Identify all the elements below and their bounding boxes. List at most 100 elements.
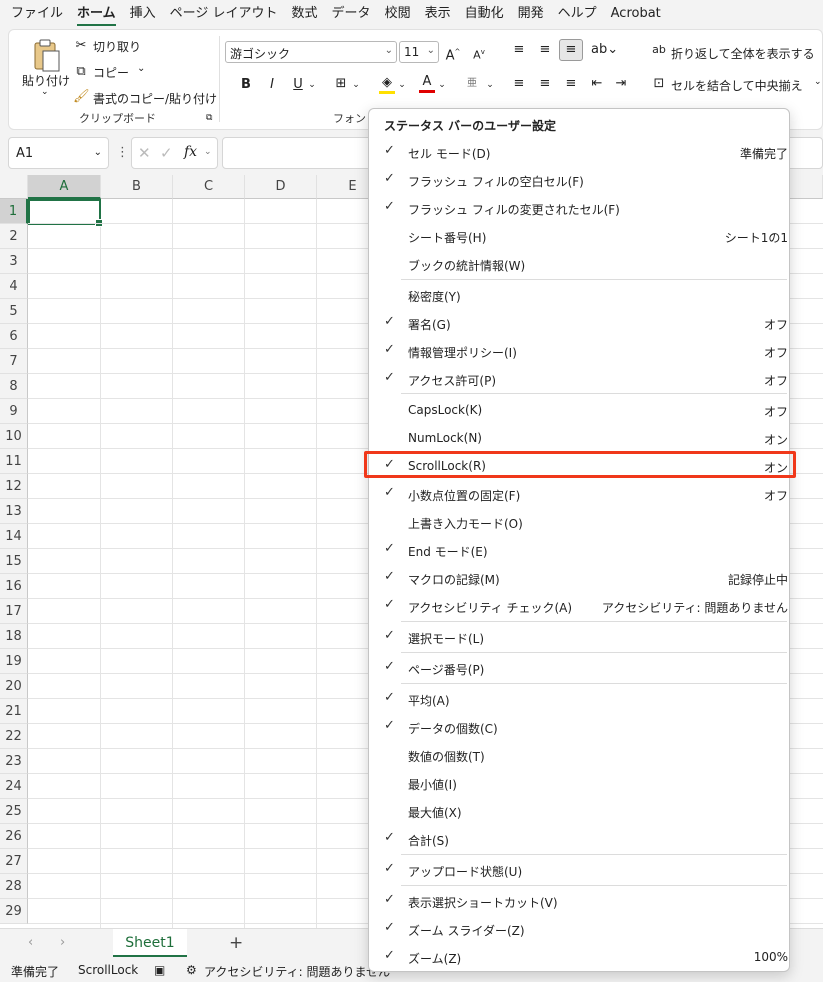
row-header-14[interactable]: 14 [0, 524, 28, 549]
menu-item-28[interactable]: ✓ ズーム スライダー(Z) [370, 915, 790, 943]
menu-item-23[interactable]: 最小値(I) [370, 769, 790, 797]
chevron-down-icon[interactable]: ⌄ [485, 77, 495, 93]
tab-help[interactable]: ヘルプ [551, 0, 604, 28]
menu-item-2[interactable]: ✓ フラッシュ フィルの空白セル(F) [370, 166, 790, 194]
borders-icon[interactable]: ⊞ [333, 76, 349, 92]
align-center-icon[interactable]: ≡ [537, 76, 553, 92]
row-header-12[interactable]: 12 [0, 474, 28, 499]
row-header-10[interactable]: 10 [0, 424, 28, 449]
copy-button[interactable]: コピー [93, 64, 129, 81]
tab-page-layout[interactable]: ページ レイアウト [163, 0, 285, 28]
phonetic-icon[interactable]: 亜 [465, 76, 479, 92]
row-header-8[interactable]: 8 [0, 374, 28, 399]
font-color-icon[interactable]: A [419, 74, 435, 93]
row-header-21[interactable]: 21 [0, 699, 28, 724]
menu-item-21[interactable]: ✓ データの個数(C) [370, 713, 790, 741]
align-bottom-icon[interactable]: ≡ [559, 39, 583, 61]
menu-item-4[interactable]: シート番号(H) シート1の1 [370, 222, 790, 250]
menu-item-15[interactable]: ✓ End モード(E) [370, 536, 790, 564]
column-header-b[interactable]: B [101, 175, 173, 199]
tab-developer[interactable]: 開発 [511, 0, 551, 28]
more-icon[interactable]: ⋮ [116, 145, 129, 160]
cut-icon[interactable]: ✂ [73, 38, 89, 54]
enter-icon[interactable]: ✓ [160, 144, 173, 162]
menu-item-5[interactable]: ブックの統計情報(W) [370, 250, 790, 278]
row-header-15[interactable]: 15 [0, 549, 28, 574]
chevron-down-icon[interactable]: ⌄ [397, 77, 407, 93]
row-header-18[interactable]: 18 [0, 624, 28, 649]
row-header-11[interactable]: 11 [0, 449, 28, 474]
wrap-text-icon[interactable]: ab [651, 42, 667, 58]
decrease-indent-icon[interactable]: ⇤ [589, 76, 605, 92]
tab-formulas[interactable]: 数式 [285, 0, 325, 28]
font-name-combo[interactable]: 游ゴシック ⌄ [225, 41, 397, 63]
align-right-icon[interactable]: ≡ [563, 76, 579, 92]
row-header-4[interactable]: 4 [0, 274, 28, 299]
underline-button[interactable]: U [291, 77, 305, 93]
menu-item-16[interactable]: ✓ マクロの記録(M) 記録停止中 [370, 564, 790, 592]
tab-insert[interactable]: 挿入 [123, 0, 163, 28]
menu-item-7[interactable]: ✓ 署名(G) オフ [370, 309, 790, 337]
decrease-font-icon[interactable]: Av [471, 44, 487, 64]
merge-center-icon[interactable]: ⊡ [651, 76, 667, 92]
tab-home[interactable]: ホーム [70, 0, 123, 28]
active-cell-a1[interactable] [28, 199, 103, 227]
italic-button[interactable]: I [265, 77, 279, 93]
insert-function-button[interactable]: fx [184, 144, 197, 160]
menu-item-29[interactable]: ✓ ズーム(Z) 100% [370, 943, 790, 971]
clipboard-launcher-icon[interactable]: ⧉ [206, 113, 212, 123]
sheet-tab-sheet1[interactable]: Sheet1 [113, 929, 187, 957]
menu-item-3[interactable]: ✓ フラッシュ フィルの変更されたセル(F) [370, 194, 790, 222]
column-header-d[interactable]: D [245, 175, 317, 199]
add-sheet-button[interactable]: + [229, 933, 243, 953]
row-header-5[interactable]: 5 [0, 299, 28, 324]
tab-view[interactable]: 表示 [418, 0, 458, 28]
column-header-a[interactable]: A [28, 175, 101, 199]
row-header-27[interactable]: 27 [0, 849, 28, 874]
tab-data[interactable]: データ [325, 0, 378, 28]
menu-item-6[interactable]: 秘密度(Y) [370, 281, 790, 309]
align-left-icon[interactable]: ≡ [511, 76, 527, 92]
row-header-6[interactable]: 6 [0, 324, 28, 349]
name-box[interactable]: A1 ⌄ [8, 137, 109, 169]
paste-dropdown-icon[interactable]: ⌄ [41, 87, 49, 97]
row-header-17[interactable]: 17 [0, 599, 28, 624]
format-painter-button[interactable]: 書式のコピー/貼り付け [93, 90, 217, 107]
row-header-22[interactable]: 22 [0, 724, 28, 749]
menu-item-14[interactable]: 上書き入力モード(O) [370, 508, 790, 536]
status-accessibility[interactable]: アクセシビリティ: 問題ありません [204, 963, 390, 980]
menu-item-9[interactable]: ✓ アクセス許可(P) オフ [370, 365, 790, 393]
orientation-icon[interactable]: ab⌄ [591, 42, 618, 58]
row-header-28[interactable]: 28 [0, 874, 28, 899]
menu-item-17[interactable]: ✓ アクセシビリティ チェック(A) アクセシビリティ: 問題ありません [370, 592, 790, 620]
menu-item-13[interactable]: ✓ 小数点位置の固定(F) オフ [370, 480, 790, 508]
row-header-19[interactable]: 19 [0, 649, 28, 674]
menu-item-18[interactable]: ✓ 選択モード(L) [370, 623, 790, 651]
menu-item-22[interactable]: 数値の個数(T) [370, 741, 790, 769]
row-header-20[interactable]: 20 [0, 674, 28, 699]
bold-button[interactable]: B [239, 77, 253, 93]
cut-button[interactable]: 切り取り [93, 38, 141, 55]
menu-item-25[interactable]: ✓ 合計(S) [370, 825, 790, 853]
tab-file[interactable]: ファイル [4, 0, 70, 28]
row-header-29[interactable]: 29 [0, 899, 28, 924]
prev-sheet-icon[interactable]: ‹ [28, 935, 33, 950]
cancel-icon[interactable]: ✕ [138, 144, 151, 162]
accessibility-icon[interactable]: ⚙ [186, 963, 197, 977]
row-header-13[interactable]: 13 [0, 499, 28, 524]
row-header-23[interactable]: 23 [0, 749, 28, 774]
next-sheet-icon[interactable]: › [60, 935, 65, 950]
menu-item-27[interactable]: ✓ 表示選択ショートカット(V) [370, 887, 790, 915]
fill-color-icon[interactable]: ◈ [379, 75, 395, 94]
row-header-25[interactable]: 25 [0, 799, 28, 824]
row-header-24[interactable]: 24 [0, 774, 28, 799]
menu-item-11[interactable]: NumLock(N) オン [370, 424, 790, 452]
align-middle-icon[interactable]: ≡ [537, 42, 553, 58]
chevron-down-icon[interactable]: ⌄ [307, 77, 317, 93]
copy-dropdown-icon[interactable]: ⌄ [137, 63, 145, 74]
increase-indent-icon[interactable]: ⇥ [613, 76, 629, 92]
row-header-2[interactable]: 2 [0, 224, 28, 249]
row-header-16[interactable]: 16 [0, 574, 28, 599]
macro-record-icon[interactable]: ▣ [154, 963, 165, 977]
chevron-down-icon[interactable]: ⌄ [204, 147, 212, 157]
